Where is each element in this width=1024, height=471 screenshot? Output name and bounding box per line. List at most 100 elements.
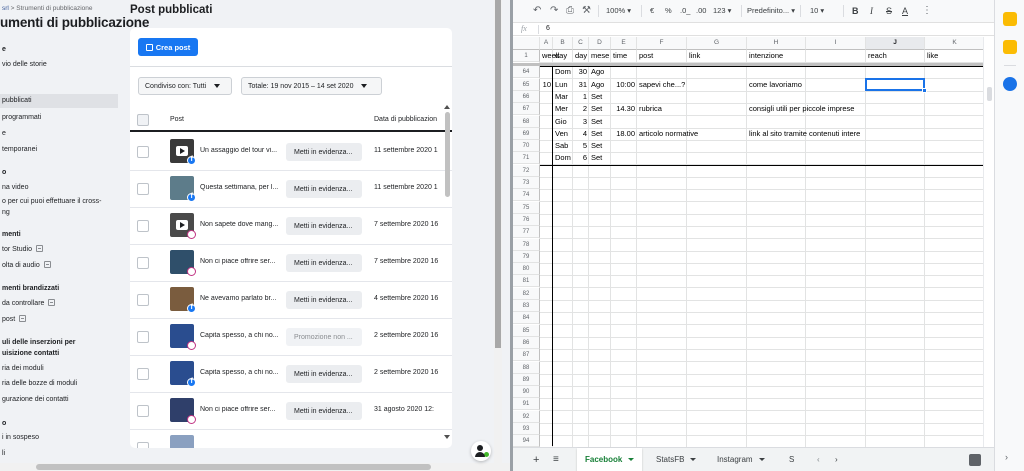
- row-header[interactable]: 91: [513, 398, 540, 411]
- cell[interactable]: 18.00: [611, 128, 637, 140]
- row-header[interactable]: 76: [513, 213, 540, 226]
- sidebar-item[interactable]: tor Studio: [0, 244, 118, 254]
- redo-icon[interactable]: ↷: [550, 5, 558, 17]
- sheet-tab[interactable]: S: [781, 448, 802, 471]
- cell[interactable]: Gio: [553, 116, 573, 128]
- text-color-button[interactable]: A: [902, 5, 908, 17]
- cell[interactable]: articolo normative: [637, 128, 698, 140]
- sheet-tab[interactable]: Facebook: [577, 448, 643, 471]
- row-header[interactable]: 71: [513, 152, 540, 165]
- print-icon[interactable]: ⎙: [566, 5, 574, 17]
- caret-down-icon[interactable]: [690, 458, 697, 462]
- column-header[interactable]: E: [611, 37, 637, 50]
- sidebar-item[interactable]: li: [0, 449, 118, 458]
- create-post-button[interactable]: Crea post: [138, 38, 198, 56]
- all-sheets-button[interactable]: ≡: [553, 448, 559, 471]
- cell[interactable]: time: [611, 50, 637, 62]
- cell[interactable]: reach: [866, 50, 925, 62]
- table-row[interactable]: Non sapete dove mang... Metti in evidenza…: [130, 208, 452, 245]
- expand-panel-icon[interactable]: ›: [1005, 452, 1008, 462]
- row-header[interactable]: 87: [513, 349, 540, 362]
- table-row[interactable]: Non ci piace offrire ser... Metti in evid…: [130, 393, 452, 430]
- row-header[interactable]: 85: [513, 324, 540, 337]
- cell[interactable]: 2: [573, 103, 589, 115]
- sheet-tab[interactable]: Instagram: [709, 448, 773, 471]
- spreadsheet-grid[interactable]: A B C D E F G H I J K 1 week day day mese time post link in…: [513, 37, 994, 447]
- cell[interactable]: intenzione: [747, 50, 806, 62]
- row-header[interactable]: 73: [513, 177, 540, 189]
- row-header[interactable]: 78: [513, 238, 540, 251]
- row-header[interactable]: 77: [513, 226, 540, 239]
- sidebar-item[interactable]: pubblicati: [0, 94, 118, 108]
- boost-post-button[interactable]: Metti in evidenza...: [286, 217, 362, 235]
- row-header[interactable]: 64: [513, 66, 540, 79]
- boost-post-button[interactable]: Metti in evidenza...: [286, 291, 362, 309]
- row-header[interactable]: 86: [513, 336, 540, 349]
- cell[interactable]: 30: [573, 66, 589, 78]
- row-header[interactable]: 81: [513, 275, 540, 288]
- sidebar-item[interactable]: olta di audio: [0, 260, 118, 270]
- cell[interactable]: day: [573, 50, 589, 62]
- sidebar-item[interactable]: post: [0, 314, 118, 324]
- row-checkbox[interactable]: [137, 294, 149, 306]
- row-header[interactable]: 93: [513, 423, 540, 435]
- increase-decimal-button[interactable]: .00: [696, 5, 706, 17]
- scroll-down-icon[interactable]: [444, 435, 450, 439]
- sheet-scrollbar-thumb[interactable]: [987, 87, 992, 101]
- row-checkbox[interactable]: [137, 405, 149, 417]
- column-header-post[interactable]: Post: [170, 116, 184, 123]
- cell[interactable]: Lun: [553, 79, 573, 91]
- row-header[interactable]: 72: [513, 164, 540, 177]
- column-header[interactable]: H: [747, 37, 806, 50]
- sidebar-item[interactable]: gurazione dei contatti: [0, 395, 118, 404]
- sidebar-item[interactable]: programmati: [0, 113, 118, 122]
- fill-handle[interactable]: [922, 87, 927, 93]
- font-size-select[interactable]: 10 ▾: [810, 5, 824, 17]
- date-range-dropdown[interactable]: Totale: 19 nov 2015 – 14 set 2020: [241, 77, 382, 95]
- column-header-date[interactable]: Data di pubblicazion: [374, 116, 437, 123]
- page-scrollbar[interactable]: [494, 0, 502, 463]
- post-text[interactable]: Non ci piace offrire ser...: [200, 406, 282, 413]
- row-header[interactable]: 69: [513, 127, 540, 140]
- table-row[interactable]: Ne avevamo parlato br... Metti in evidenz…: [130, 282, 452, 319]
- sidebar-item[interactable]: vio delle storie: [0, 60, 118, 69]
- cell[interactable]: 31: [573, 79, 589, 91]
- scroll-up-icon[interactable]: [444, 105, 450, 109]
- sidebar-item[interactable]: da controllare: [0, 298, 118, 308]
- cell[interactable]: Mer: [553, 103, 573, 115]
- cell[interactable]: rubrica: [637, 103, 687, 115]
- horizontal-scrollbar[interactable]: [0, 463, 510, 471]
- row-header[interactable]: 68: [513, 115, 540, 128]
- scrollbar-thumb[interactable]: [445, 112, 450, 197]
- post-text[interactable]: Ne avevamo parlato br...: [200, 295, 282, 302]
- sidebar-item[interactable]: i in sospeso: [0, 433, 118, 442]
- column-header[interactable]: D: [589, 37, 611, 50]
- shared-with-dropdown[interactable]: Condiviso con: Tutti: [138, 77, 232, 95]
- keep-icon[interactable]: [1003, 12, 1017, 26]
- cell[interactable]: Set: [589, 103, 611, 115]
- strikethrough-button[interactable]: S: [886, 5, 892, 17]
- cell[interactable]: Dom: [553, 152, 573, 164]
- post-text[interactable]: Capita spesso, a chi no...: [200, 369, 282, 376]
- caret-down-icon[interactable]: [758, 458, 765, 462]
- cell[interactable]: link: [687, 50, 747, 62]
- post-text[interactable]: Non sapete dove mang...: [200, 221, 282, 228]
- cell[interactable]: Dom: [553, 66, 573, 78]
- row-header[interactable]: 84: [513, 312, 540, 325]
- table-row[interactable]: Un assaggio del tour vi... Metti in evide…: [130, 134, 452, 171]
- explore-icon[interactable]: [969, 454, 981, 466]
- keep-notes-icon[interactable]: [1003, 40, 1017, 54]
- row-header[interactable]: 92: [513, 410, 540, 423]
- table-row[interactable]: [130, 430, 452, 448]
- percent-button[interactable]: %: [665, 5, 672, 17]
- row-header[interactable]: 75: [513, 201, 540, 214]
- font-select[interactable]: Predefinito... ▾: [747, 5, 795, 17]
- post-text[interactable]: Capita spesso, a chi no...: [200, 332, 282, 339]
- boost-post-button[interactable]: Metti in evidenza...: [286, 180, 362, 198]
- boost-post-button[interactable]: Metti in evidenza...: [286, 143, 362, 161]
- row-header[interactable]: 67: [513, 103, 540, 116]
- row-header[interactable]: 82: [513, 287, 540, 300]
- boost-post-button[interactable]: Metti in evidenza...: [286, 402, 362, 420]
- sidebar-item[interactable]: o per cui puoi effettuare il cross-: [0, 197, 118, 206]
- column-header[interactable]: I: [806, 37, 866, 50]
